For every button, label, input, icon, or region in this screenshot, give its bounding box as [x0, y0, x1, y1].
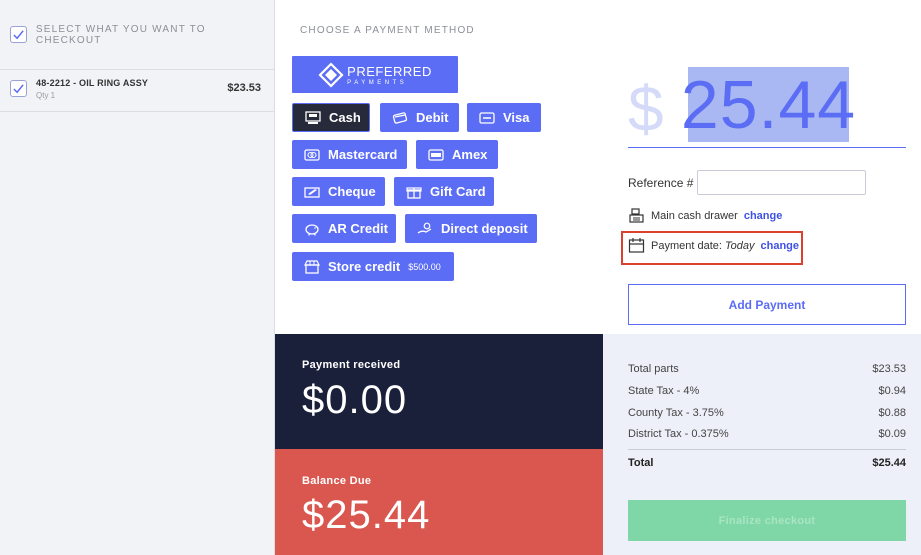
balance-due-panel: Balance Due $25.44 — [275, 449, 603, 555]
cheque-button[interactable]: Cheque — [292, 177, 385, 206]
amex-button[interactable]: Amex — [416, 140, 498, 169]
debit-button[interactable]: Debit — [380, 103, 459, 132]
payment-date-label: Payment date: — [651, 239, 722, 252]
cart-panel: SELECT WHAT YOU WANT TO CHECKOUT 48-2212… — [0, 0, 275, 555]
payment-amount-input[interactable]: 25.44 — [681, 67, 855, 143]
ar-credit-label: AR Credit — [328, 221, 388, 236]
ar-credit-button[interactable]: AR Credit — [292, 214, 396, 243]
balance-due-label: Balance Due — [302, 475, 372, 487]
payment-date-value: Today — [724, 239, 755, 252]
store-credit-label: Store credit — [328, 259, 401, 274]
gift-card-button[interactable]: Gift Card — [394, 177, 494, 206]
direct-deposit-button[interactable]: Direct deposit — [405, 214, 537, 243]
payment-received-label: Payment received — [302, 359, 401, 371]
item-qty: Qty 1 — [36, 91, 56, 100]
debit-label: Debit — [416, 110, 449, 125]
cheque-label: Cheque — [328, 184, 376, 199]
totals-summary: Total parts $23.53 State Tax - 4% $0.94 Co… — [603, 334, 921, 555]
summary-row: State Tax - 4% $0.94 — [628, 385, 906, 397]
card-swipe-icon — [392, 111, 408, 125]
payment-date-row: Payment date: Today change — [628, 237, 799, 254]
store-credit-balance: $500.00 — [408, 261, 441, 272]
visa-label: Visa — [503, 110, 530, 125]
gift-icon — [406, 185, 422, 199]
cash-drawer-row: Main cash drawer change — [628, 207, 782, 224]
select-all-label: SELECT WHAT YOU WANT TO CHECKOUT — [35, 23, 206, 46]
cash-button[interactable]: Cash — [292, 103, 370, 132]
mastercard-label: Mastercard — [328, 147, 398, 162]
reference-input[interactable] — [697, 170, 866, 195]
change-date-link[interactable]: change — [761, 240, 800, 252]
store-icon — [304, 259, 320, 274]
item-price: $23.53 — [227, 82, 261, 94]
summary-total-row: Total $25.44 — [628, 457, 906, 469]
cash-label: Cash — [329, 110, 361, 125]
mastercard-icon — [304, 148, 320, 162]
deposit-hand-icon — [417, 222, 433, 236]
add-payment-button[interactable]: Add Payment — [628, 284, 906, 325]
balance-due-amount: $25.44 — [302, 493, 431, 537]
summary-row: Total parts $23.53 — [628, 363, 906, 375]
summary-row: County Tax - 3.75% $0.88 — [628, 407, 906, 419]
cart-item[interactable]: 48-2212 - OIL RING ASSY Qty 1 $23.53 — [0, 70, 274, 112]
item-checkbox[interactable] — [10, 80, 27, 97]
visa-card-icon — [479, 111, 495, 125]
cash-register-icon — [629, 208, 644, 223]
cash-register-icon — [305, 110, 321, 125]
calendar-icon — [628, 238, 645, 253]
direct-deposit-label: Direct deposit — [441, 221, 528, 236]
payment-received-amount: $0.00 — [302, 378, 408, 422]
visa-button[interactable]: Visa — [467, 103, 541, 132]
amex-label: Amex — [452, 147, 488, 162]
reference-label: Reference # — [628, 176, 694, 190]
cheque-icon — [304, 185, 320, 199]
preferred-payments-button[interactable]: PREFERRED PAYMENTS — [292, 56, 458, 93]
payment-received-panel: Payment received $0.00 — [275, 334, 603, 449]
finalize-checkout-button[interactable]: Finalize checkout — [628, 500, 906, 541]
checkmark-icon — [13, 30, 24, 40]
amount-underline — [628, 147, 906, 148]
gift-card-label: Gift Card — [430, 184, 486, 199]
item-name: 48-2212 - OIL RING ASSY — [36, 78, 149, 88]
checkmark-icon — [13, 84, 24, 94]
payment-method-title: CHOOSE A PAYMENT METHOD — [300, 25, 475, 36]
cash-drawer-label: Main cash drawer — [651, 209, 738, 222]
preferred-payments-logo-icon — [318, 61, 344, 88]
summary-divider — [628, 449, 906, 450]
amex-card-icon — [428, 148, 444, 162]
summary-row: District Tax - 0.375% $0.09 — [628, 428, 906, 440]
preferred-label: PREFERRED — [347, 63, 432, 79]
select-all-checkbox[interactable] — [10, 26, 27, 43]
select-all-row[interactable]: SELECT WHAT YOU WANT TO CHECKOUT — [0, 0, 274, 70]
change-drawer-link[interactable]: change — [744, 210, 783, 222]
piggy-bank-icon — [304, 222, 320, 236]
currency-symbol: $ — [628, 73, 664, 145]
mastercard-button[interactable]: Mastercard — [292, 140, 407, 169]
store-credit-button[interactable]: Store credit $500.00 — [292, 252, 454, 281]
payments-label: PAYMENTS — [347, 79, 408, 86]
